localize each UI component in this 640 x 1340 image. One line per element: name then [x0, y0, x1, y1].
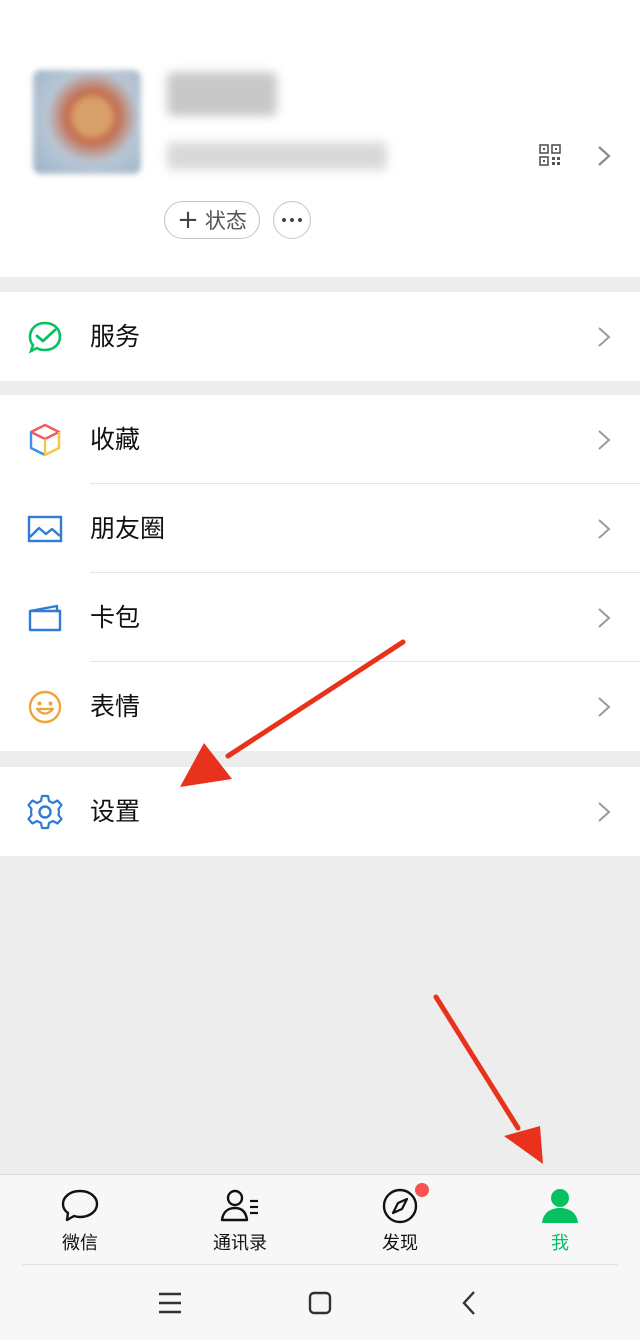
menu-item-label: 卡包: [90, 603, 141, 632]
dot-icon: [298, 218, 302, 222]
menu-item-label: 表情: [90, 692, 141, 721]
tab-contacts[interactable]: 通讯录: [160, 1175, 320, 1265]
menu-item-moments[interactable]: 朋友圈: [0, 484, 640, 573]
tab-me[interactable]: 我: [480, 1175, 640, 1265]
tab-label: 通讯录: [213, 1233, 267, 1254]
chevron-right-icon: [598, 430, 611, 450]
menu-item-stickers[interactable]: 表情: [0, 662, 640, 751]
smiley-face-icon: [28, 690, 62, 724]
chevron-right-icon: [598, 327, 611, 347]
menu-icon[interactable]: [155, 1288, 185, 1318]
profile-header[interactable]: + 状态: [0, 0, 640, 277]
menu-item-label: 服务: [90, 322, 141, 351]
menu-item-settings[interactable]: 设置: [0, 767, 640, 856]
tab-chats[interactable]: 微信: [0, 1175, 160, 1265]
add-status-button[interactable]: + 状态: [164, 201, 260, 239]
wechat-id-blurred: [167, 142, 387, 170]
status-label: 状态: [204, 209, 247, 233]
compass-icon: [382, 1188, 418, 1224]
system-nav-bar: [0, 1264, 640, 1340]
menu-group-services: 服务: [0, 292, 640, 381]
dot-icon: [290, 218, 294, 222]
back-icon[interactable]: [455, 1288, 485, 1318]
menu-item-label: 设置: [90, 797, 141, 826]
favorites-cube-icon: [29, 423, 61, 457]
chevron-right-icon: [598, 519, 611, 539]
chat-bubble-icon: [61, 1189, 99, 1222]
divider: [22, 1264, 618, 1265]
menu-item-label: 朋友圈: [90, 514, 166, 543]
notification-dot: [415, 1183, 429, 1197]
chevron-right-icon: [598, 608, 611, 628]
services-icon: [28, 321, 62, 354]
menu-group-settings: 设置: [0, 767, 640, 856]
menu-item-services[interactable]: 服务: [0, 292, 640, 381]
menu-item-cards[interactable]: 卡包: [0, 573, 640, 662]
chevron-right-icon[interactable]: [596, 145, 612, 167]
bottom-tab-bar: 微信 通讯录 发现 我: [0, 1174, 640, 1264]
contacts-icon: [220, 1189, 258, 1222]
gear-icon: [27, 794, 63, 830]
person-icon: [542, 1189, 578, 1223]
nickname-blurred: [167, 72, 277, 116]
avatar[interactable]: [33, 70, 141, 174]
dot-icon: [282, 218, 286, 222]
more-button[interactable]: [273, 201, 311, 239]
card-wallet-icon: [28, 604, 62, 632]
qr-code-icon[interactable]: [538, 143, 562, 167]
moments-picture-icon: [27, 515, 63, 543]
tab-label: 微信: [62, 1233, 98, 1254]
tab-discover[interactable]: 发现: [320, 1175, 480, 1265]
tab-label: 我: [551, 1233, 569, 1254]
arrow-to-me-tab: [433, 994, 543, 1164]
tab-label: 发现: [382, 1233, 418, 1254]
menu-item-label: 收藏: [90, 425, 141, 454]
menu-item-favorites[interactable]: 收藏: [0, 395, 640, 484]
home-square-icon[interactable]: [305, 1288, 335, 1318]
me-screen: + 状态 服务 收藏 朋友圈 卡包 表情 设置 微信 通讯录 发现 我: [0, 0, 640, 1340]
chevron-right-icon: [598, 802, 611, 822]
menu-group-main: 收藏 朋友圈 卡包 表情: [0, 395, 640, 751]
chevron-right-icon: [598, 697, 611, 717]
plus-icon: +: [177, 205, 199, 235]
